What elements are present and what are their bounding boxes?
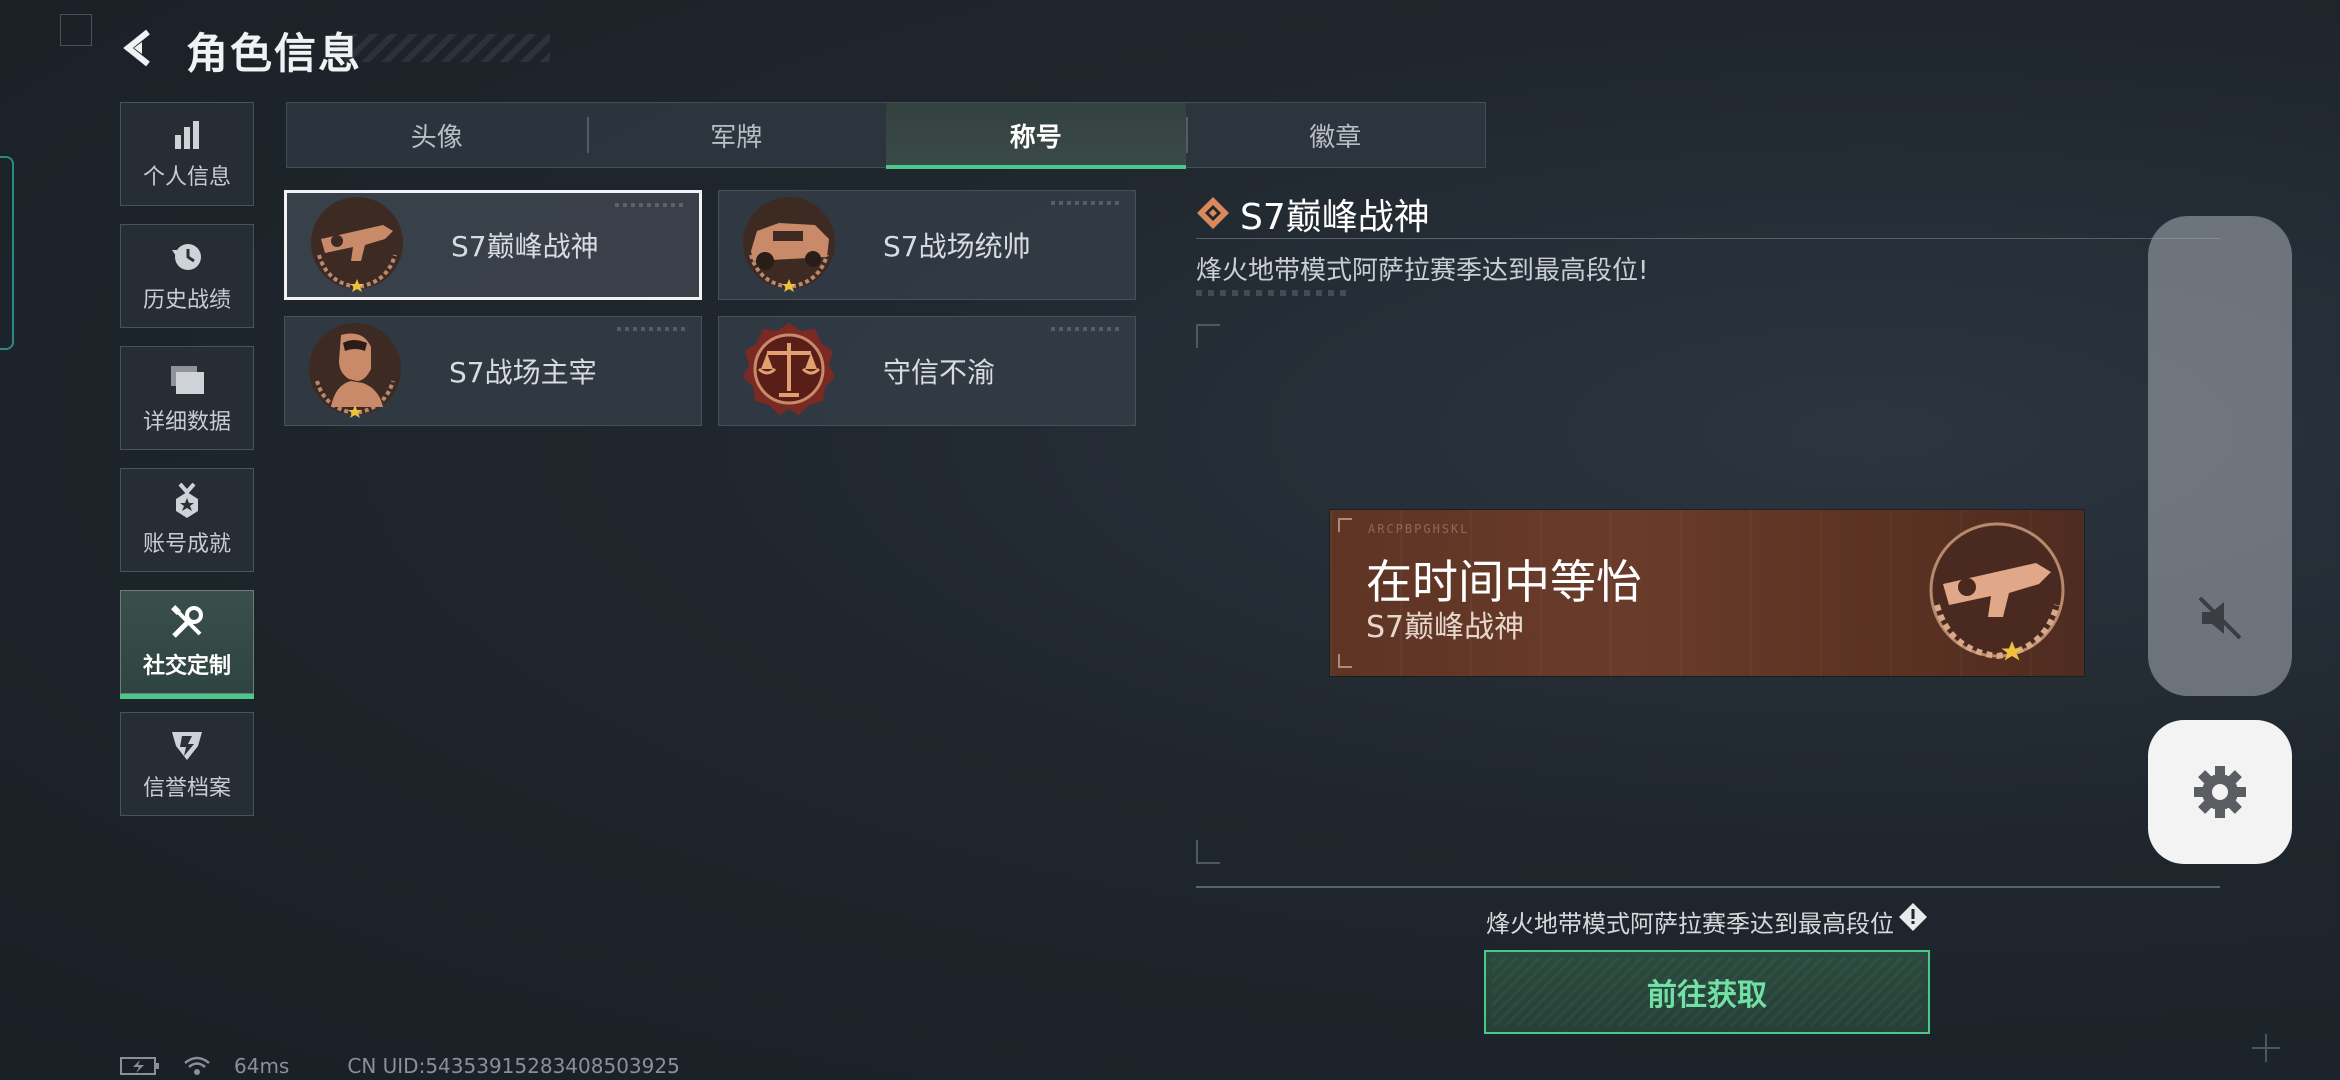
go-obtain-button[interactable]: 前往获取 <box>1484 950 1930 1034</box>
folder-stack-icon <box>171 366 204 394</box>
sidebar-item-social-custom[interactable]: 社交定制 <box>120 590 254 699</box>
sidebar-item-label: 账号成就 <box>142 532 231 557</box>
armored-vehicle-emblem-icon <box>743 197 835 292</box>
tab-dog-tag[interactable]: 军牌 <box>586 103 887 167</box>
divider <box>1196 238 2220 239</box>
info-alert-icon[interactable] <box>1898 902 1928 932</box>
page-title: 角色信息 <box>186 29 363 78</box>
title-card[interactable]: S7战场主宰 <box>284 316 702 426</box>
settings-button[interactable] <box>2148 720 2292 864</box>
banner-corner-bracket <box>1338 518 1352 532</box>
battery-icon <box>120 1055 160 1077</box>
back-button[interactable] <box>118 26 162 70</box>
card-decoration <box>1051 201 1121 205</box>
divider <box>1196 886 2220 888</box>
tab-bar: 头像 军牌 称号 徽章 <box>286 102 1486 169</box>
detail-title: S7巅峰战神 <box>1240 197 1430 238</box>
preview-corner-bracket <box>1196 840 1220 864</box>
sidebar-item-profile[interactable]: 个人信息 <box>120 102 254 206</box>
back-arrow-icon <box>123 29 150 67</box>
diamond-title-icon <box>1197 197 1229 229</box>
tab-title[interactable]: 称号 <box>886 103 1186 169</box>
sidebar-item-label: 信誉档案 <box>142 776 231 801</box>
title-banner-preview: ARCPBPGHSKL 在时间中等怡 S7巅峰战神 <box>1330 510 2084 676</box>
title-card[interactable]: S7巅峰战神 <box>284 190 702 300</box>
user-uid: CN UID:54353915283408503925 <box>347 1054 680 1078</box>
rifle-emblem-icon <box>1929 522 2065 661</box>
sidebar-item-label: 社交定制 <box>142 654 231 679</box>
sidebar-item-label: 历史战绩 <box>142 288 231 313</box>
tab-avatar[interactable]: 头像 <box>287 103 587 167</box>
sidebar-item-label: 详细数据 <box>142 410 231 435</box>
sidebar-item-credit-file[interactable]: 信誉档案 <box>120 712 254 816</box>
detail-subtext-decoration <box>1196 290 1346 296</box>
warrior-bust-emblem-icon <box>309 323 401 418</box>
title-decoration <box>330 34 550 62</box>
go-obtain-label: 前往获取 <box>1647 978 1767 1013</box>
detail-description: 烽火地带模式阿萨拉赛季达到最高段位! <box>1196 256 1649 286</box>
shield-emblem-icon <box>172 732 202 760</box>
bar-chart-icon <box>175 121 199 149</box>
corner-frame <box>60 14 92 46</box>
tools-icon <box>171 605 203 638</box>
requirement-text: 烽火地带模式阿萨拉赛季达到最高段位 <box>1486 910 1894 938</box>
rifle-emblem-icon <box>311 197 403 292</box>
status-bar: 64ms CN UID:54353915283408503925 <box>120 1054 702 1078</box>
sidebar-item-label: 个人信息 <box>142 165 231 190</box>
card-decoration <box>1051 327 1121 331</box>
sidebar-item-history[interactable]: 历史战绩 <box>120 224 254 328</box>
title-card-name: 守信不渝 <box>883 356 996 389</box>
ping-value: 64ms <box>234 1054 290 1078</box>
corner-plus-icon <box>2252 1034 2280 1062</box>
title-card[interactable]: S7战场统帅 <box>718 190 1136 300</box>
title-card-name: S7战场主宰 <box>449 356 597 389</box>
gear-icon <box>2194 766 2246 818</box>
wifi-icon <box>182 1055 212 1077</box>
justice-scales-emblem-icon <box>743 323 835 415</box>
title-card[interactable]: 守信不渝 <box>718 316 1136 426</box>
banner-corner-bracket <box>1338 654 1352 668</box>
card-decoration <box>617 327 687 331</box>
card-decoration <box>615 203 685 207</box>
banner-title-name: S7巅峰战神 <box>1366 610 1525 645</box>
title-card-name: S7战场统帅 <box>883 230 1031 263</box>
preview-corner-bracket <box>1196 324 1220 348</box>
mute-icon[interactable] <box>2192 590 2248 646</box>
sidebar-item-details[interactable]: 详细数据 <box>120 346 254 450</box>
medal-icon <box>176 482 198 518</box>
banner-code: ARCPBPGHSKL <box>1368 522 1470 536</box>
title-card-name: S7巅峰战神 <box>451 230 599 263</box>
history-clock-icon <box>172 244 201 270</box>
side-drawer-handle[interactable] <box>0 156 14 350</box>
tab-badge[interactable]: 徽章 <box>1185 103 1486 167</box>
sidebar-item-achievements[interactable]: 账号成就 <box>120 468 254 572</box>
